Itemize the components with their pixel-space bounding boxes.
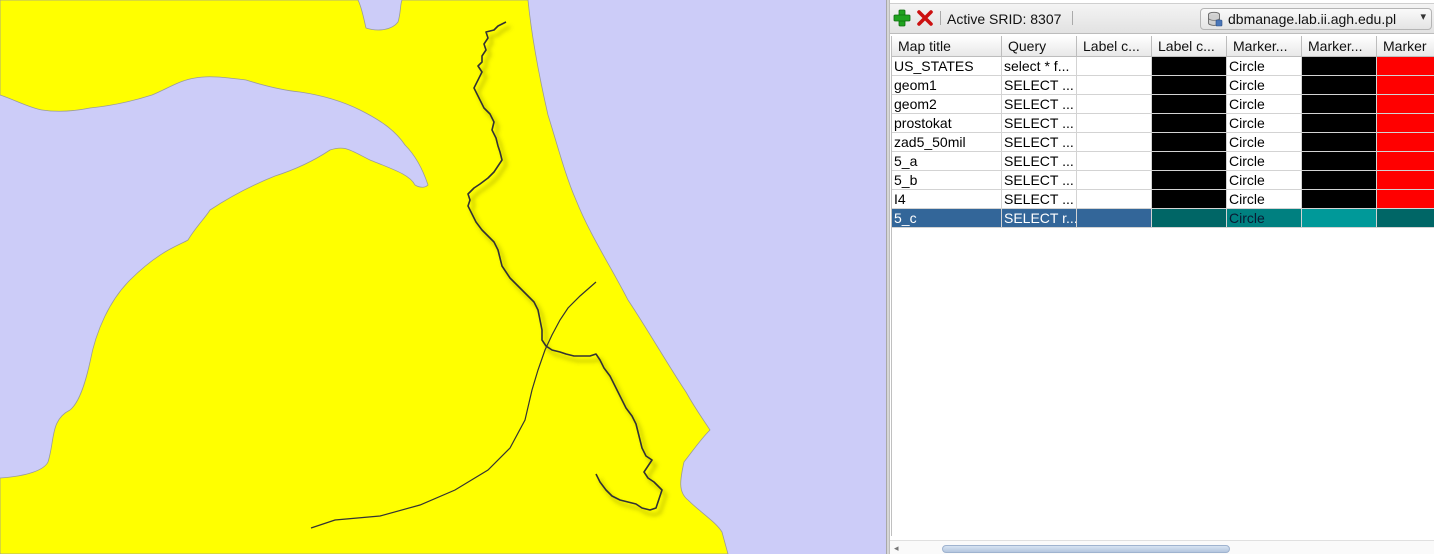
query-cell[interactable]: SELECT ... bbox=[1002, 95, 1077, 114]
map-title-cell[interactable]: 5_b bbox=[892, 171, 1002, 190]
map-title-cell[interactable]: US_STATES bbox=[892, 57, 1002, 76]
label-column-cell[interactable] bbox=[1077, 171, 1152, 190]
column-header[interactable]: Query bbox=[1002, 36, 1077, 57]
marker-color-swatch[interactable] bbox=[1302, 114, 1377, 133]
toolbar-separator bbox=[1072, 11, 1073, 25]
query-cell[interactable]: SELECT r... bbox=[1002, 209, 1077, 228]
table-row[interactable]: 5_a SELECT ... Circle bbox=[892, 152, 1434, 171]
label-column-cell[interactable] bbox=[1077, 76, 1152, 95]
label-column-cell[interactable] bbox=[1077, 57, 1152, 76]
marker-color-swatch[interactable] bbox=[1302, 152, 1377, 171]
marker-fill-swatch[interactable] bbox=[1377, 133, 1434, 152]
marker-color-swatch[interactable] bbox=[1302, 190, 1377, 209]
table-row[interactable]: geom2 SELECT ... Circle bbox=[892, 95, 1434, 114]
marker-type-cell[interactable]: Circle bbox=[1227, 95, 1302, 114]
table-row[interactable]: geom1 SELECT ... Circle bbox=[892, 76, 1434, 95]
query-cell[interactable]: SELECT ... bbox=[1002, 152, 1077, 171]
marker-type-cell[interactable]: Circle bbox=[1227, 57, 1302, 76]
layers-table: Map title Query Label c... Label c... Marker… bbox=[891, 36, 1434, 536]
layers-panel: Active SRID: 8307 dbmanage.lab.ii.agh.ed… bbox=[890, 0, 1434, 554]
scroll-left-arrow-icon[interactable]: ◂ bbox=[894, 543, 899, 554]
query-cell[interactable]: SELECT ... bbox=[1002, 133, 1077, 152]
query-cell[interactable]: SELECT ... bbox=[1002, 114, 1077, 133]
column-header[interactable]: Marker... bbox=[1302, 36, 1377, 57]
table-row[interactable]: prostokat SELECT ... Circle bbox=[892, 114, 1434, 133]
connection-select[interactable]: dbmanage.lab.ii.agh.edu.pl ▾ bbox=[1200, 8, 1432, 30]
chevron-down-icon: ▾ bbox=[1420, 11, 1426, 23]
map-title-cell[interactable]: geom1 bbox=[892, 76, 1002, 95]
active-srid-label: Active SRID: 8307 bbox=[947, 11, 1062, 27]
marker-fill-swatch[interactable] bbox=[1377, 114, 1434, 133]
query-cell[interactable]: select * f... bbox=[1002, 57, 1077, 76]
marker-fill-swatch[interactable] bbox=[1377, 171, 1434, 190]
query-cell[interactable]: SELECT ... bbox=[1002, 76, 1077, 95]
map-title-cell[interactable]: geom2 bbox=[892, 95, 1002, 114]
horizontal-scrollbar[interactable]: ◂ bbox=[890, 540, 1434, 554]
query-cell[interactable]: SELECT ... bbox=[1002, 171, 1077, 190]
marker-fill-swatch[interactable] bbox=[1377, 152, 1434, 171]
marker-type-cell[interactable]: Circle bbox=[1227, 190, 1302, 209]
label-color-swatch[interactable] bbox=[1152, 95, 1227, 114]
column-header[interactable]: Label c... bbox=[1152, 36, 1227, 57]
marker-fill-swatch[interactable] bbox=[1377, 57, 1434, 76]
label-column-cell[interactable] bbox=[1077, 209, 1152, 228]
table-row[interactable]: US_STATES select * f... Circle bbox=[892, 57, 1434, 76]
label-column-cell[interactable] bbox=[1077, 114, 1152, 133]
marker-type-cell[interactable]: Circle bbox=[1227, 152, 1302, 171]
marker-fill-swatch[interactable] bbox=[1377, 76, 1434, 95]
marker-color-swatch[interactable] bbox=[1302, 57, 1377, 76]
label-color-swatch[interactable] bbox=[1152, 209, 1227, 228]
table-header: Map title Query Label c... Label c... Marker… bbox=[892, 36, 1434, 57]
map-svg bbox=[0, 0, 886, 554]
column-header[interactable]: Map title bbox=[892, 36, 1002, 57]
remove-layer-icon[interactable] bbox=[916, 9, 934, 27]
label-column-cell[interactable] bbox=[1077, 133, 1152, 152]
marker-color-swatch[interactable] bbox=[1302, 171, 1377, 190]
column-header[interactable]: Marker... bbox=[1227, 36, 1302, 57]
marker-fill-swatch[interactable] bbox=[1377, 190, 1434, 209]
marker-color-swatch[interactable] bbox=[1302, 133, 1377, 152]
map-canvas[interactable] bbox=[0, 0, 886, 554]
map-title-cell[interactable]: 5_c bbox=[892, 209, 1002, 228]
map-title-cell[interactable]: prostokat bbox=[892, 114, 1002, 133]
table-row[interactable]: I4 SELECT ... Circle bbox=[892, 190, 1434, 209]
map-title-cell[interactable]: 5_a bbox=[892, 152, 1002, 171]
query-cell[interactable]: SELECT ... bbox=[1002, 190, 1077, 209]
map-title-cell[interactable]: zad5_50mil bbox=[892, 133, 1002, 152]
column-header[interactable]: Marker bbox=[1377, 36, 1434, 57]
map-title-cell[interactable]: I4 bbox=[892, 190, 1002, 209]
marker-type-cell[interactable]: Circle bbox=[1227, 133, 1302, 152]
label-color-swatch[interactable] bbox=[1152, 152, 1227, 171]
label-color-swatch[interactable] bbox=[1152, 114, 1227, 133]
label-color-swatch[interactable] bbox=[1152, 133, 1227, 152]
table-row[interactable]: 5_c SELECT r... Circle bbox=[892, 209, 1434, 228]
add-layer-icon[interactable] bbox=[893, 9, 911, 27]
label-color-swatch[interactable] bbox=[1152, 190, 1227, 209]
marker-fill-swatch[interactable] bbox=[1377, 209, 1434, 228]
toolbar-separator bbox=[940, 11, 941, 25]
label-column-cell[interactable] bbox=[1077, 152, 1152, 171]
column-header[interactable]: Label c... bbox=[1077, 36, 1152, 57]
marker-fill-swatch[interactable] bbox=[1377, 95, 1434, 114]
table-row[interactable]: zad5_50mil SELECT ... Circle bbox=[892, 133, 1434, 152]
layers-toolbar: Active SRID: 8307 dbmanage.lab.ii.agh.ed… bbox=[890, 3, 1434, 34]
scrollbar-thumb[interactable] bbox=[942, 545, 1230, 553]
label-column-cell[interactable] bbox=[1077, 190, 1152, 209]
marker-type-cell[interactable]: Circle bbox=[1227, 209, 1302, 228]
marker-color-swatch[interactable] bbox=[1302, 209, 1377, 228]
marker-type-cell[interactable]: Circle bbox=[1227, 114, 1302, 133]
label-color-swatch[interactable] bbox=[1152, 171, 1227, 190]
database-icon bbox=[1207, 11, 1223, 27]
label-color-swatch[interactable] bbox=[1152, 76, 1227, 95]
label-column-cell[interactable] bbox=[1077, 95, 1152, 114]
label-color-swatch[interactable] bbox=[1152, 57, 1227, 76]
connection-name: dbmanage.lab.ii.agh.edu.pl bbox=[1228, 11, 1397, 27]
marker-type-cell[interactable]: Circle bbox=[1227, 171, 1302, 190]
table-row[interactable]: 5_b SELECT ... Circle bbox=[892, 171, 1434, 190]
marker-color-swatch[interactable] bbox=[1302, 95, 1377, 114]
marker-color-swatch[interactable] bbox=[1302, 76, 1377, 95]
marker-type-cell[interactable]: Circle bbox=[1227, 76, 1302, 95]
